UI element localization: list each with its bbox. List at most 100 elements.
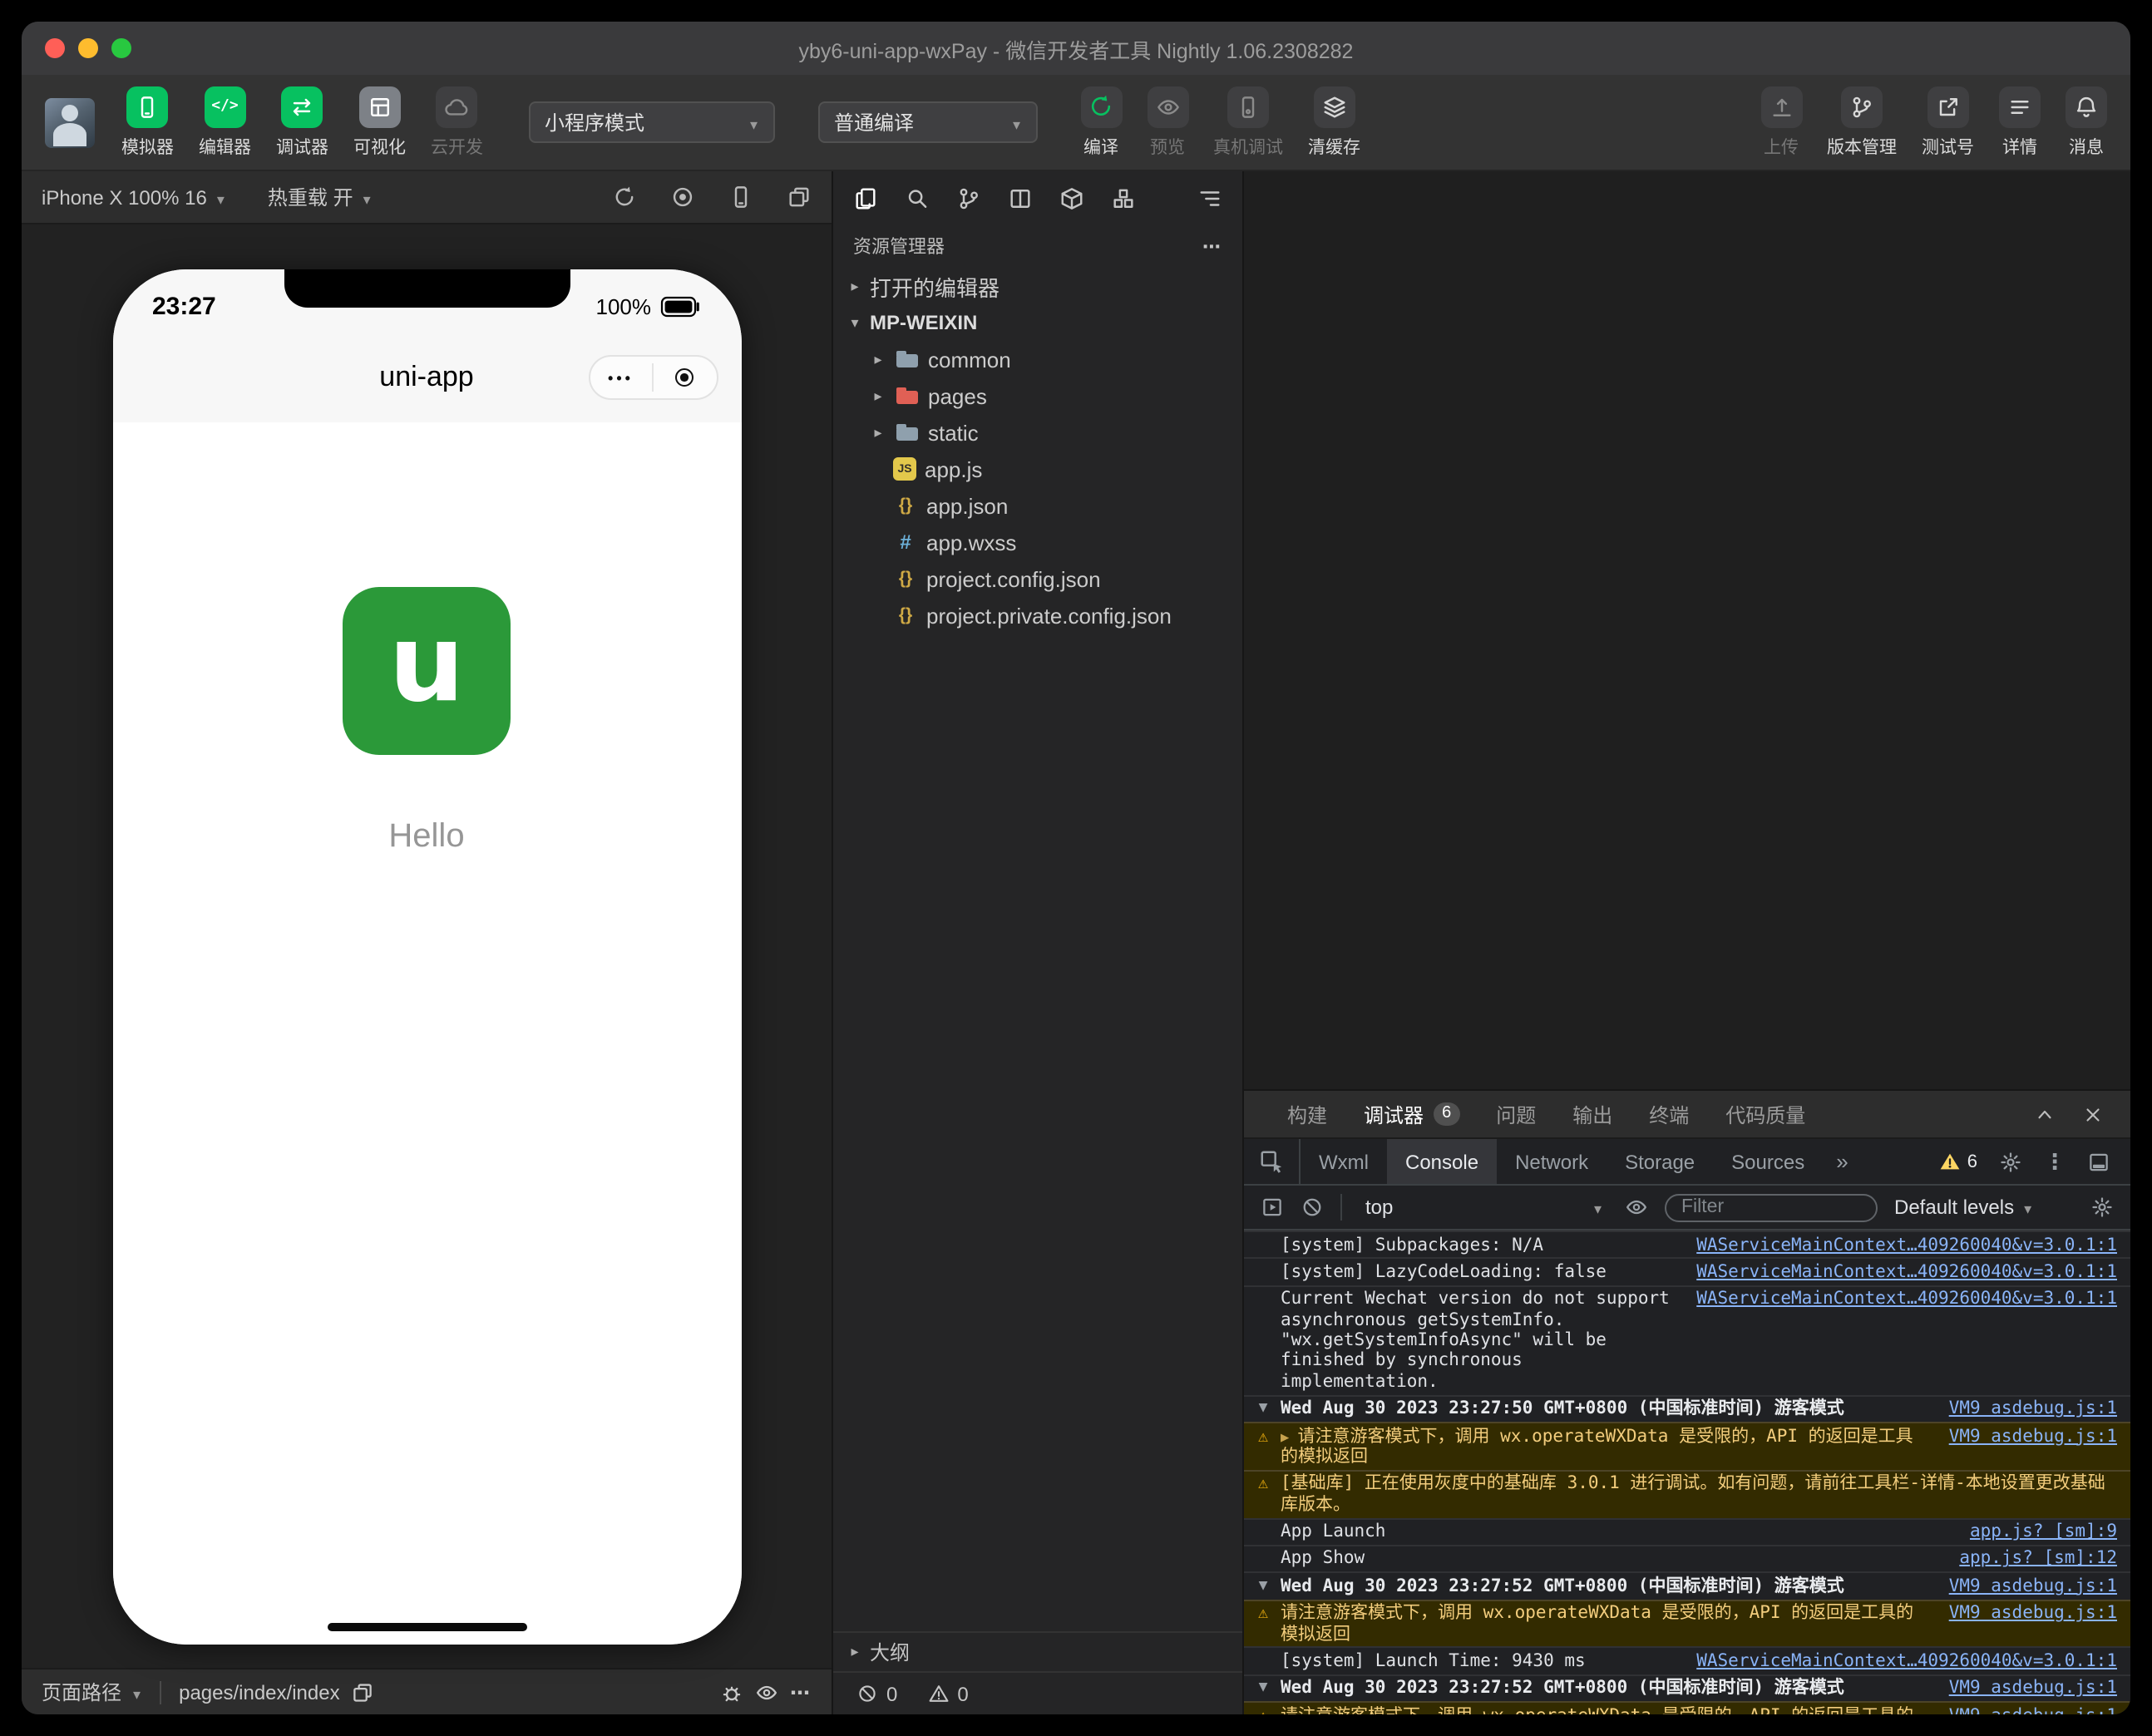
- device-icon[interactable]: [728, 185, 753, 210]
- console-entry[interactable]: App Launch app.js? [sm]:9: [1244, 1517, 2130, 1545]
- refresh-icon[interactable]: [612, 185, 637, 210]
- devtools-tab[interactable]: Network: [1497, 1139, 1607, 1184]
- editor-empty-area[interactable]: [1244, 171, 2130, 1089]
- minimize-window-button[interactable]: [78, 38, 98, 58]
- tree-item[interactable]: project.private.config.json: [833, 597, 1242, 634]
- source-link[interactable]: app.js? [sm]:9: [1953, 1521, 2117, 1542]
- console-context-select[interactable]: top: [1359, 1191, 1608, 1223]
- console-sidebar-icon[interactable]: [1261, 1196, 1284, 1219]
- source-link[interactable]: app.js? [sm]:12: [1942, 1549, 2117, 1570]
- debugger-tab[interactable]: 调试器 6: [1364, 1100, 1460, 1128]
- chevron-down-icon[interactable]: [133, 1680, 141, 1704]
- source-link[interactable]: VM9 asdebug.js:1: [1932, 1576, 2117, 1597]
- close-miniprogram-button[interactable]: [654, 357, 716, 398]
- warnings-indicator[interactable]: 6: [1939, 1151, 1977, 1172]
- device-select[interactable]: iPhone X 100% 16: [42, 185, 225, 209]
- test-account-button[interactable]: 测试号: [1922, 86, 1974, 159]
- package-icon[interactable]: [1059, 185, 1084, 210]
- devtools-tab[interactable]: Console: [1387, 1139, 1498, 1184]
- zoom-window-button[interactable]: [111, 38, 131, 58]
- source-link[interactable]: WAServiceMainContext…409260040&v=3.0.1:1: [1680, 1262, 2117, 1283]
- preview-button[interactable]: 预览: [1147, 86, 1188, 159]
- search-icon[interactable]: [905, 185, 930, 210]
- console-entry[interactable]: Current Wechat version do not support as…: [1244, 1285, 2130, 1395]
- more-icon[interactable]: [790, 1680, 812, 1704]
- debugger-tab[interactable]: 构建: [1287, 1100, 1327, 1128]
- tree-item[interactable]: static: [833, 414, 1242, 451]
- source-link[interactable]: VM9 asdebug.js:1: [1932, 1603, 2117, 1624]
- more-tabs-icon[interactable]: [1823, 1139, 1861, 1184]
- messages-button[interactable]: 消息: [2066, 86, 2107, 159]
- open-editors-section[interactable]: ▸ 打开的编辑器: [833, 268, 1242, 304]
- debugger-tab[interactable]: 问题: [1496, 1100, 1536, 1128]
- bug-icon[interactable]: [720, 1680, 743, 1704]
- console-entry[interactable]: Wed Aug 30 2023 23:27:52 GMT+0800 (中国标准时…: [1244, 1674, 2130, 1702]
- tree-item[interactable]: project.config.json: [833, 560, 1242, 597]
- devtools-tab[interactable]: Wxml: [1301, 1139, 1387, 1184]
- source-link[interactable]: WAServiceMainContext…409260040&v=3.0.1:1: [1680, 1290, 2117, 1310]
- visual-editor-button[interactable]: 可视化: [353, 86, 406, 159]
- compile-button[interactable]: 编译: [1080, 86, 1122, 159]
- console-settings-icon[interactable]: [2090, 1196, 2114, 1219]
- console-entry[interactable]: App Show app.js? [sm]:12: [1244, 1544, 2130, 1572]
- simulator-toggle-button[interactable]: 模拟器: [121, 86, 174, 159]
- console-filter-input[interactable]: [1665, 1193, 1878, 1221]
- dock-side-icon[interactable]: [2087, 1150, 2110, 1173]
- files-icon[interactable]: [853, 185, 878, 210]
- collapse-panel-icon[interactable]: [2034, 1103, 2056, 1125]
- more-menu-button[interactable]: [590, 357, 652, 398]
- devtools-tab[interactable]: Sources: [1713, 1139, 1823, 1184]
- outline-toggle-icon[interactable]: [1197, 185, 1222, 210]
- console-entry[interactable]: [基础库] 正在使用灰度中的基础库 3.0.1 进行调试。如有问题，请前往工具栏…: [1244, 1469, 2130, 1517]
- hot-reload-select[interactable]: 热重载 开: [268, 183, 371, 211]
- source-link[interactable]: WAServiceMainContext…409260040&v=3.0.1:1: [1680, 1235, 2117, 1255]
- tree-item[interactable]: pages: [833, 377, 1242, 414]
- tree-item[interactable]: app.wxss: [833, 524, 1242, 560]
- user-avatar[interactable]: [45, 97, 95, 147]
- source-link[interactable]: VM9 asdebug.js:1: [1932, 1705, 2117, 1714]
- debugger-toggle-button[interactable]: 调试器: [276, 86, 328, 159]
- compile-mode-select[interactable]: 普通编译: [817, 101, 1037, 143]
- source-link[interactable]: VM9 asdebug.js:1: [1932, 1679, 2117, 1699]
- remote-debug-button[interactable]: 真机调试: [1213, 86, 1283, 159]
- source-link[interactable]: WAServiceMainContext…409260040&v=3.0.1:1: [1680, 1651, 2117, 1672]
- upload-button[interactable]: 上传: [1760, 86, 1802, 159]
- copy-path-icon[interactable]: [352, 1680, 375, 1704]
- more-actions-icon[interactable]: [1202, 235, 1222, 257]
- inspect-element-button[interactable]: [1244, 1139, 1301, 1184]
- source-link[interactable]: VM9 asdebug.js:1: [1932, 1426, 2117, 1447]
- console-entry[interactable]: 请注意游客模式下，调用 wx.operateWXData 是受限的，API 的返…: [1244, 1599, 2130, 1647]
- console-entry[interactable]: [system] Launch Time: 9430 ms WAServiceM…: [1244, 1646, 2130, 1674]
- source-control-icon[interactable]: [956, 185, 981, 210]
- kebab-menu-icon[interactable]: [2044, 1147, 2066, 1176]
- split-editor-icon[interactable]: [1008, 185, 1033, 210]
- debugger-tab[interactable]: 代码质量: [1725, 1100, 1805, 1128]
- details-button[interactable]: 详情: [1999, 86, 2041, 159]
- console-entry[interactable]: 请注意游客模式下，调用 wx.operateWXData 是受限的，API 的返…: [1244, 1422, 2130, 1470]
- clear-cache-button[interactable]: 清缓存: [1308, 86, 1360, 159]
- multi-window-icon[interactable]: [787, 185, 812, 210]
- clear-console-icon[interactable]: [1301, 1196, 1324, 1219]
- console-entry[interactable]: Wed Aug 30 2023 23:27:50 GMT+0800 (中国标准时…: [1244, 1394, 2130, 1422]
- settings-gear-icon[interactable]: [1999, 1150, 2022, 1173]
- live-expression-eye-icon[interactable]: [1625, 1196, 1648, 1219]
- project-root[interactable]: ▾ MP-WEIXIN: [833, 304, 1242, 341]
- devtools-tab[interactable]: Storage: [1607, 1139, 1713, 1184]
- cloud-dev-button[interactable]: 云开发: [431, 86, 483, 159]
- eye-icon[interactable]: [755, 1680, 778, 1704]
- close-window-button[interactable]: [45, 38, 65, 58]
- console-entry[interactable]: [system] Subpackages: N/A WAServiceMainC…: [1244, 1230, 2130, 1258]
- source-link[interactable]: VM9 asdebug.js:1: [1932, 1398, 2117, 1419]
- tree-item[interactable]: common: [833, 341, 1242, 377]
- debugger-tab[interactable]: 输出: [1572, 1100, 1612, 1128]
- tree-item[interactable]: app.json: [833, 487, 1242, 524]
- version-control-button[interactable]: 版本管理: [1827, 86, 1897, 159]
- console-entry[interactable]: 请注意游客模式下，调用 wx.operateWXData 是受限的，API 的返…: [1244, 1701, 2130, 1714]
- editor-toggle-button[interactable]: </> 编辑器: [199, 86, 251, 159]
- console-entry[interactable]: [system] LazyCodeLoading: false WAServic…: [1244, 1257, 2130, 1285]
- mode-select[interactable]: 小程序模式: [528, 101, 774, 143]
- close-panel-icon[interactable]: [2082, 1103, 2104, 1125]
- record-icon[interactable]: [670, 185, 695, 210]
- log-levels-select[interactable]: Default levels: [1894, 1196, 2031, 1219]
- outline-section[interactable]: ▸ 大纲: [833, 1631, 1242, 1671]
